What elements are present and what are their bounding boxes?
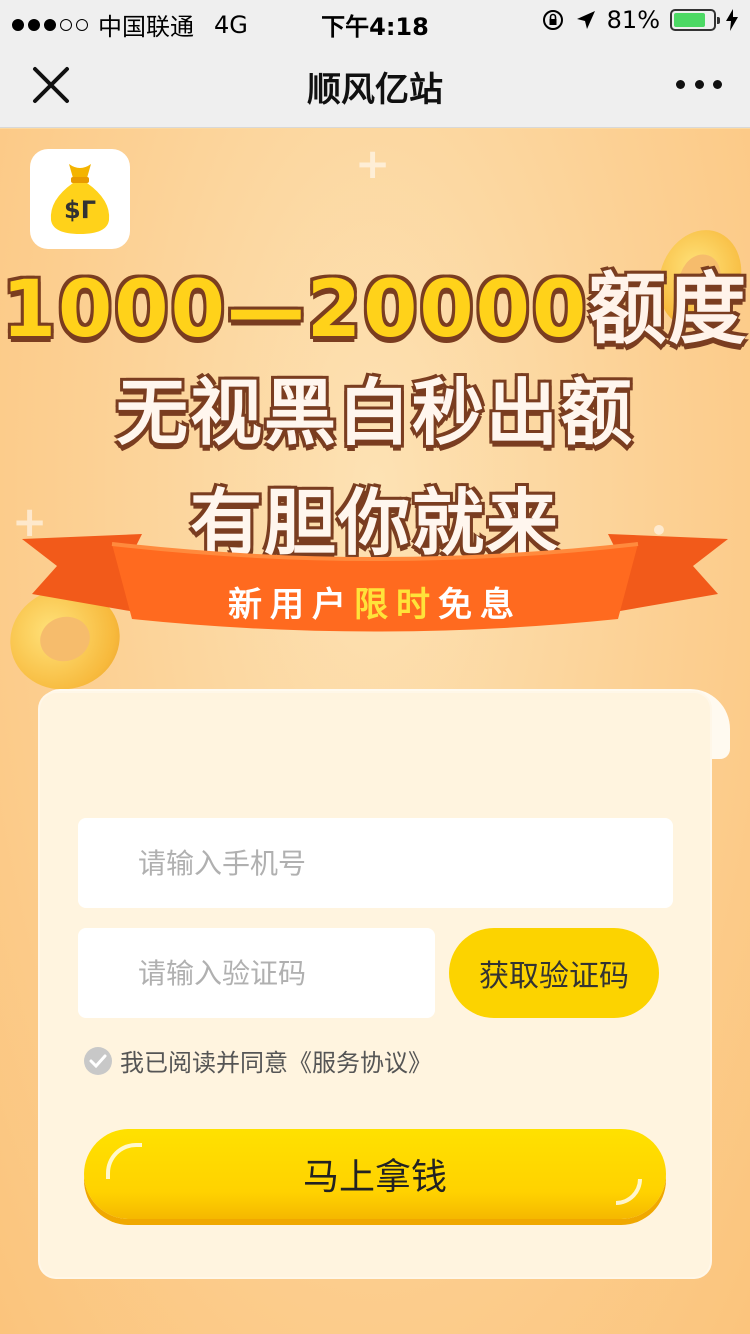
button-gloss [616,1179,642,1205]
app-logo: $Γ [30,149,130,249]
nav-bar: 顺风亿站 [0,42,750,128]
get-money-button-label: 马上拿钱 [302,1157,447,1198]
status-bar: 中国联通 4G 下午4:18 81% [0,0,750,42]
charging-bolt-icon [726,9,738,31]
agreement-row: 我已阅读并同意《服务协议》 [84,1043,432,1078]
battery-icon [670,9,720,31]
verification-code-field[interactable] [78,928,435,1018]
money-bag-icon: $Γ [50,164,110,234]
battery-level [674,13,705,27]
get-money-button[interactable]: 马上拿钱 [84,1129,666,1219]
check-icon [89,1054,107,1068]
svg-text:$Γ: $Γ [64,196,96,224]
location-arrow-icon [576,11,595,29]
orientation-lock-icon [542,10,563,30]
ribbon-text: 新用户限时免息 [0,577,750,626]
verification-code-input[interactable] [138,956,435,990]
status-right: 81% [541,6,738,34]
get-code-button[interactable]: 获取验证码 [449,928,659,1018]
agreement-label[interactable]: 我已阅读并同意《服务协议》 [120,1043,432,1078]
ribbon-text-new-user: 新用户 [228,585,354,625]
promo-banner: + + • $Γ 1000—20000额度 无视黑白秒出额 有胆你就来 新用户限… [0,129,750,1334]
agreement-checkbox[interactable] [84,1046,112,1075]
more-menu-icon[interactable] [676,72,722,96]
headline-amount-range: 1000—20000 [1,265,589,355]
headline-line2: 无视黑白秒出额 [115,371,634,455]
phone-field[interactable] [78,818,673,908]
plus-sparkle-icon: + [355,139,391,188]
page-title: 顺风亿站 [307,70,443,110]
ribbon-text-free: 免息 [438,585,522,625]
headline-amount-unit: 额度 [588,265,749,355]
battery-percent: 81% [606,6,660,34]
phone-input[interactable] [138,846,673,880]
ribbon-text-limited: 限时 [354,585,438,625]
button-gloss [106,1143,142,1179]
headline-amount: 1000—20000额度 [0,247,750,359]
